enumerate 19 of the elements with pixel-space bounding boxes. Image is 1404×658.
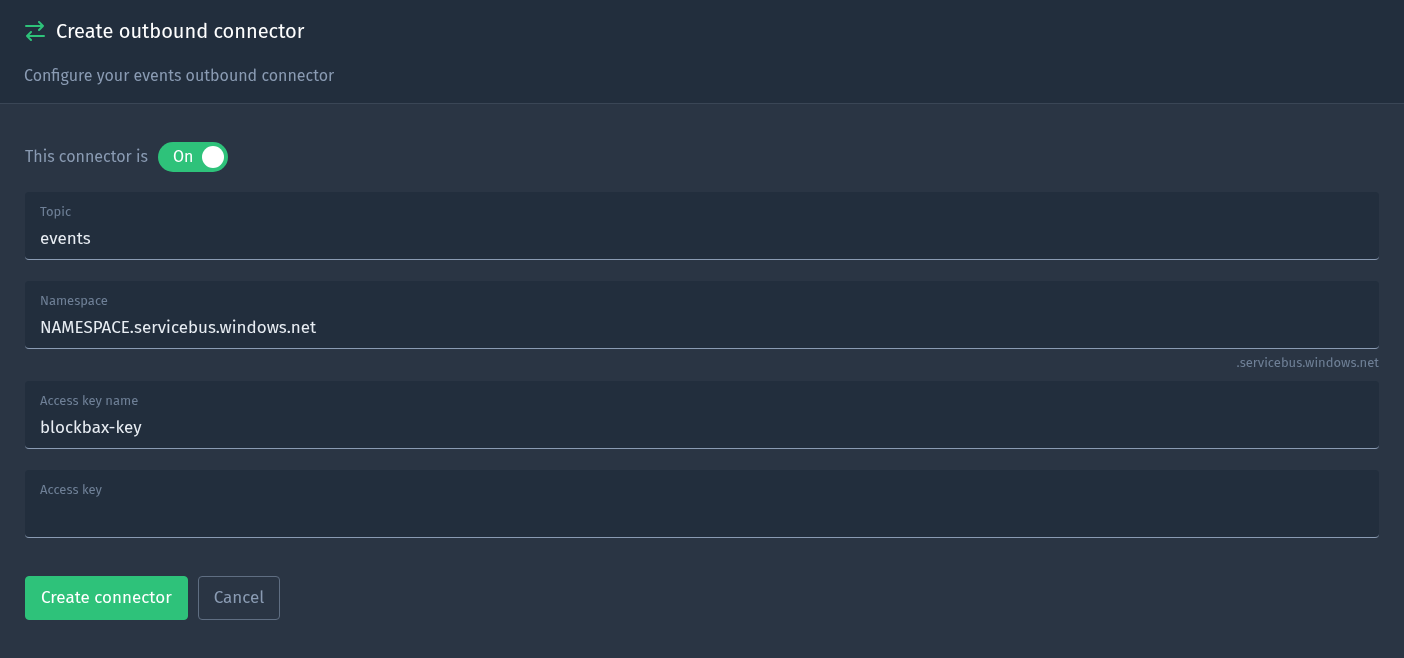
- input-field[interactable]: Namespace NAMESPACE.servicebus.windows.net: [25, 281, 1379, 349]
- field-label: Namespace: [40, 292, 109, 310]
- arrows-icon: [24, 21, 46, 41]
- input-field[interactable]: Access key name blockbax-key: [25, 381, 1379, 449]
- page-title: Create outbound connector: [56, 18, 305, 45]
- field-value: NAMESPACE.servicebus.windows.net: [40, 315, 318, 340]
- status-label: This connector is: [25, 146, 148, 168]
- field-label: Access key name: [40, 392, 140, 410]
- field-value: events: [40, 226, 92, 251]
- input-field[interactable]: Access key: [25, 470, 1379, 538]
- field-value: blockbax-key: [40, 415, 143, 440]
- page-subtitle: Configure your events outbound connector: [24, 65, 336, 87]
- toggle-switch[interactable]: On: [157, 142, 228, 172]
- input-field[interactable]: Topic events: [25, 192, 1379, 260]
- cancel-button[interactable]: Cancel: [197, 576, 281, 620]
- field-label: Topic: [40, 203, 73, 221]
- create-button[interactable]: Create connector: [25, 576, 188, 620]
- field-label: Access key: [40, 481, 103, 499]
- field-hint: .servicebus.windows.net: [1236, 355, 1379, 370]
